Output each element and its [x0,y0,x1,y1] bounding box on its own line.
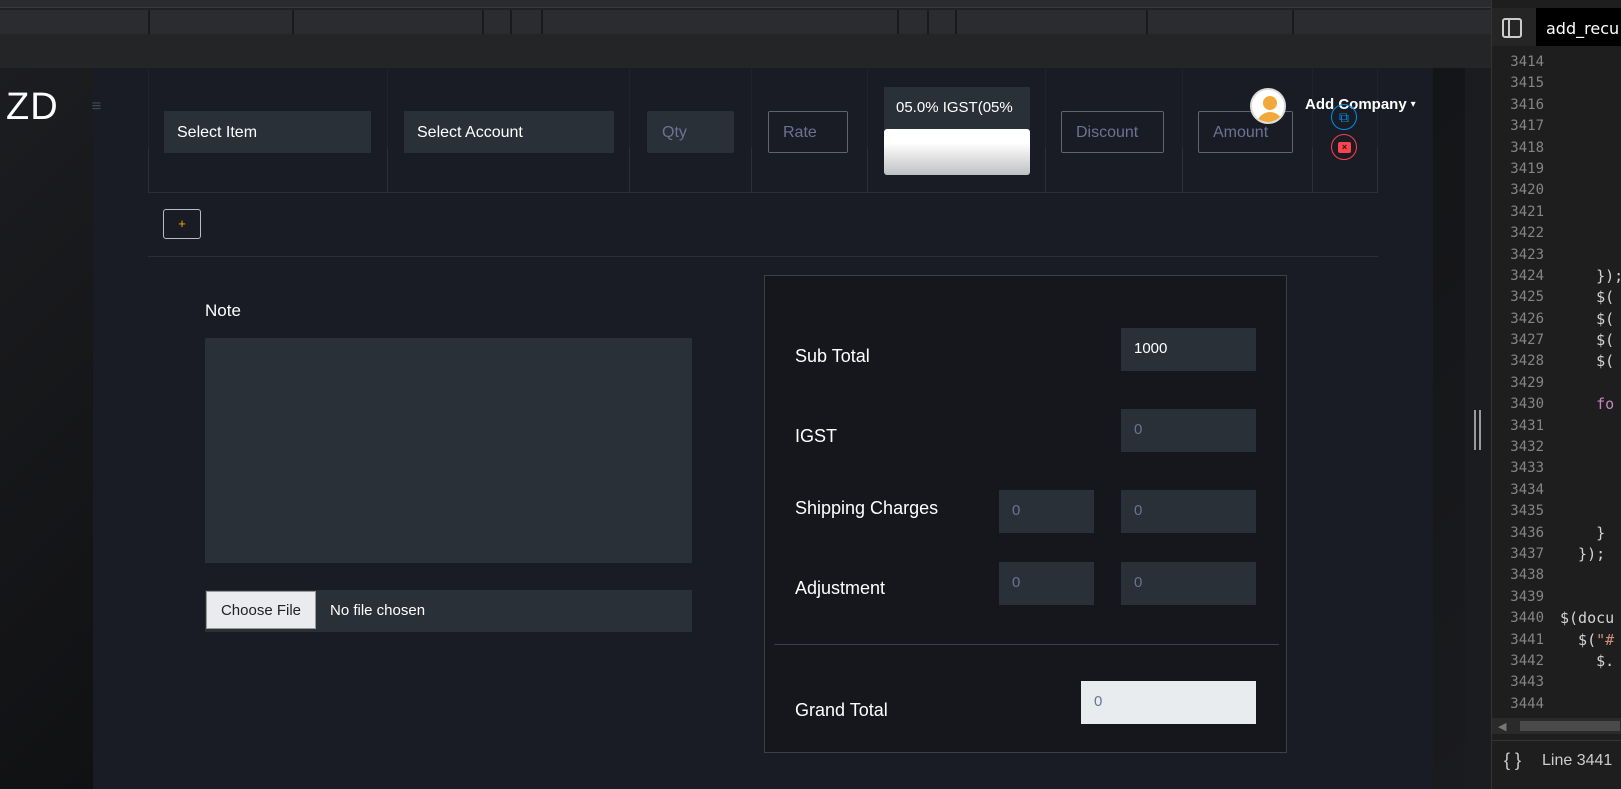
line-number: 3416 [1510,96,1544,113]
qty-input[interactable]: Qty [647,111,734,153]
line-number: 3417 [1510,118,1544,135]
line-number: 3435 [1510,503,1544,520]
line-number: 3429 [1510,374,1544,391]
tax-dropdown-list[interactable] [884,129,1030,175]
note-textarea[interactable] [205,338,692,563]
line-number: 3425 [1510,289,1544,306]
browser-bookmark-bar [0,34,1500,68]
user-avatar[interactable] [1250,88,1286,124]
line-number: 3441 [1510,631,1544,648]
delete-row-icon[interactable]: × [1331,134,1357,160]
line-number: 3434 [1510,481,1544,498]
note-label: Note [205,301,241,320]
select-account-dropdown[interactable]: Select Account [404,111,614,153]
totals-divider [774,644,1279,645]
line-number: 3430 [1510,396,1544,413]
line-number: 3418 [1510,139,1544,156]
browser-top-strip [0,0,1500,8]
section-divider [148,256,1378,257]
app-page: ZD ≡ Select Item Select Account Qty Rate… [0,68,1465,789]
line-number: 3437 [1510,545,1544,562]
braces-icon[interactable]: { } [1504,750,1521,771]
rate-input[interactable]: Rate [768,111,848,153]
file-status-text: No file chosen [330,602,426,619]
line-number: 3439 [1510,588,1544,605]
line-number: 3419 [1510,160,1544,177]
sub-total-label: Sub Total [795,346,870,366]
editor-statusbar: { } Line 3441 [1492,740,1621,780]
line-number: 3431 [1510,417,1544,434]
sub-total-input[interactable]: 1000 [1121,328,1256,371]
line-number: 3421 [1510,203,1544,220]
adjustment-total[interactable]: 0 [1121,562,1256,605]
line-number: 3427 [1510,332,1544,349]
brand-logo[interactable]: ZD [6,86,59,129]
line-number: 3443 [1510,674,1544,691]
browser-toolbar [0,10,1500,34]
code-area[interactable]: }); $( $( $( $( fo } }); $(docu $("# $. [1560,52,1621,715]
line-number: 3433 [1510,460,1544,477]
shipping-charges-total[interactable]: 0 [1121,490,1256,533]
scrollbar-thumb[interactable] [1520,721,1620,731]
line-number: 3424 [1510,267,1544,284]
line-number: 3432 [1510,439,1544,456]
add-company-menu[interactable]: Add Company ▾ [1305,96,1416,113]
line-number: 3428 [1510,353,1544,370]
line-number: 3440 [1510,610,1544,627]
grand-total-input: 0 [1081,681,1256,724]
shipping-charges-label: Shipping Charges [795,498,939,518]
select-item-dropdown[interactable]: Select Item [164,111,371,153]
line-number: 3422 [1510,225,1544,242]
file-upload[interactable]: Choose File No file chosen [205,590,692,632]
line-number: 3420 [1510,182,1544,199]
discount-input[interactable]: Discount [1061,111,1164,153]
add-company-label: Add Company [1305,96,1407,113]
igst-input[interactable]: 0 [1121,409,1256,452]
igst-label: IGST [795,426,838,446]
scroll-left-icon[interactable]: ◀ [1498,720,1506,733]
browser-chrome [0,0,1500,68]
sidebar-toggle-icon[interactable] [1502,18,1522,38]
line-number: 3442 [1510,652,1544,669]
totals-panel: Sub Total 1000 IGST 0 Shipping Charges 0… [764,275,1287,753]
tax-select[interactable]: 05.0% IGST(05% [884,87,1030,129]
shipping-charges-input[interactable]: 0 [999,490,1094,533]
cursor-position[interactable]: Line 3441 [1542,752,1612,770]
adjustment-label: Adjustment [795,578,886,598]
splitter-handle[interactable] [1474,410,1481,450]
editor-horizontal-scrollbar[interactable]: ◀ [1492,718,1621,734]
add-row-button[interactable]: + [163,209,201,239]
line-number: 3423 [1510,246,1544,263]
line-number: 3426 [1510,310,1544,327]
line-number: 3438 [1510,567,1544,584]
code-editor-panel: add_recu 3414 3415 3416 3417 3418 3419 3420 342… [1491,0,1621,789]
choose-file-button[interactable]: Choose File [206,591,316,629]
line-number: 3436 [1510,524,1544,541]
line-number-gutter: 3414 3415 3416 3417 3418 3419 3420 3421 3422 3423… [1492,52,1552,715]
line-number: 3444 [1510,695,1544,712]
editor-tabbar: add_recu [1492,8,1621,46]
line-number: 3414 [1510,54,1544,70]
grand-total-label: Grand Total [795,700,888,720]
chevron-down-icon: ▾ [1410,99,1416,110]
editor-tab[interactable]: add_recu [1536,8,1621,46]
adjustment-input[interactable]: 0 [999,562,1094,605]
copy-row-icon[interactable]: ⧉ [1331,104,1357,130]
line-number: 3415 [1510,75,1544,92]
